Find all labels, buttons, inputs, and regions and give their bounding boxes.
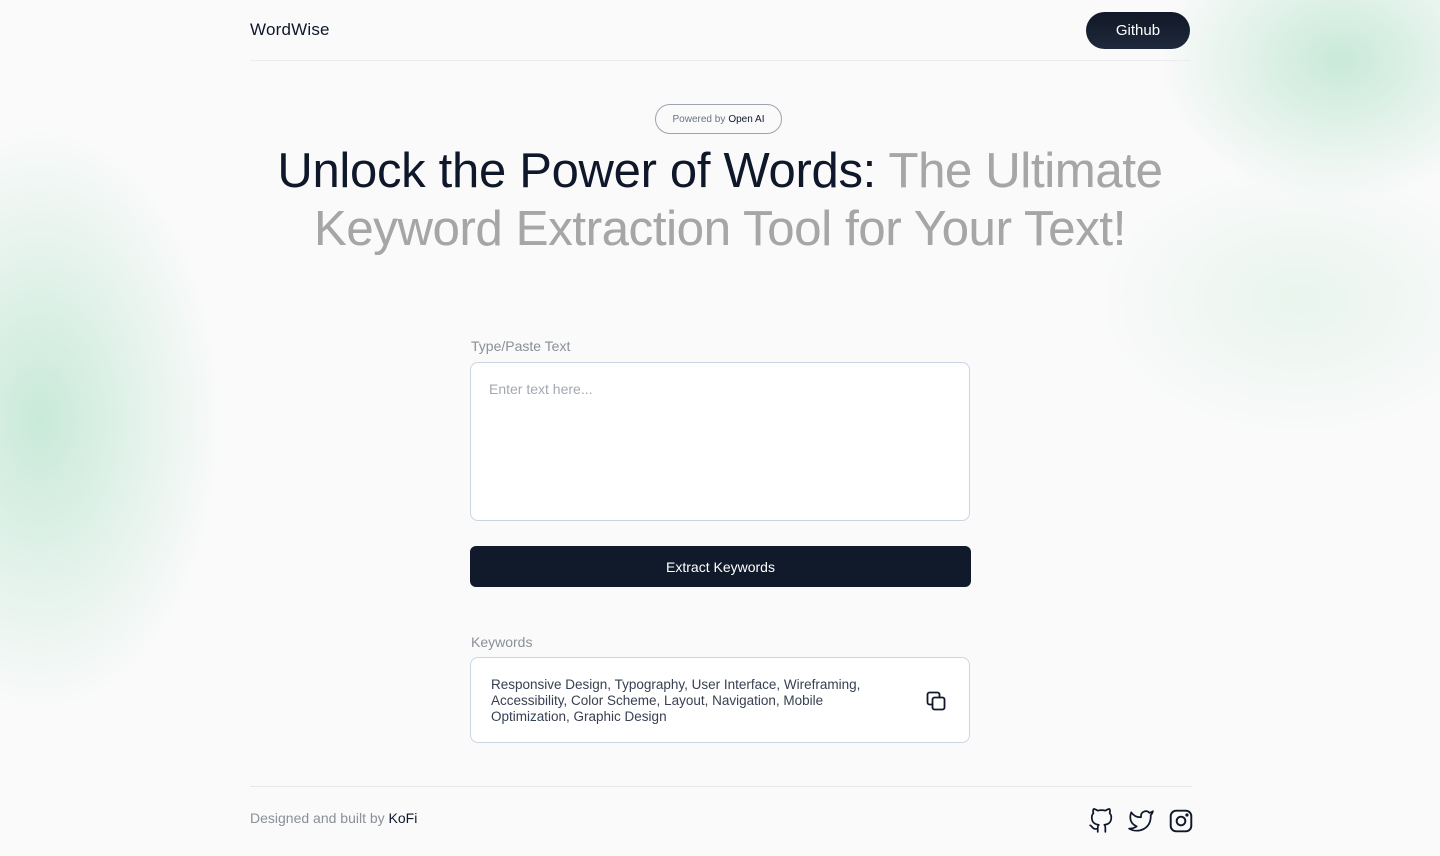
site-header: WordWise Github [250,0,1190,61]
credit-name-link[interactable]: KoFi [389,810,418,826]
github-icon [1089,808,1113,833]
copy-button[interactable] [923,688,949,714]
footer-divider [250,786,1192,787]
github-link[interactable] [1088,808,1114,834]
keywords-label: Keywords [471,634,533,650]
text-input-label: Type/Paste Text [471,338,571,354]
keywords-output: Responsive Design, Typography, User Inte… [470,657,970,743]
hero-title: Unlock the Power of Words: The Ultimate … [220,142,1220,258]
github-button[interactable]: Github [1086,12,1190,49]
copy-icon [926,691,946,711]
social-links [1088,808,1194,834]
instagram-link[interactable] [1168,808,1194,834]
text-input[interactable] [470,362,970,521]
hero-title-dark: Unlock the Power of Words: [277,144,876,198]
twitter-link[interactable] [1128,808,1154,834]
extract-keywords-button[interactable]: Extract Keywords [470,546,971,587]
twitter-icon [1128,810,1154,832]
brand-logo[interactable]: WordWise [250,20,330,40]
badge-prefix: Powered by [672,113,726,125]
keywords-text: Responsive Design, Typography, User Inte… [491,677,861,724]
instagram-icon [1169,809,1193,833]
powered-by-badge: Powered by Open AI [655,104,782,134]
badge-emphasis: Open AI [728,113,765,125]
footer-credit: Designed and built by KoFi [250,810,417,826]
credit-prefix: Designed and built by [250,810,385,826]
